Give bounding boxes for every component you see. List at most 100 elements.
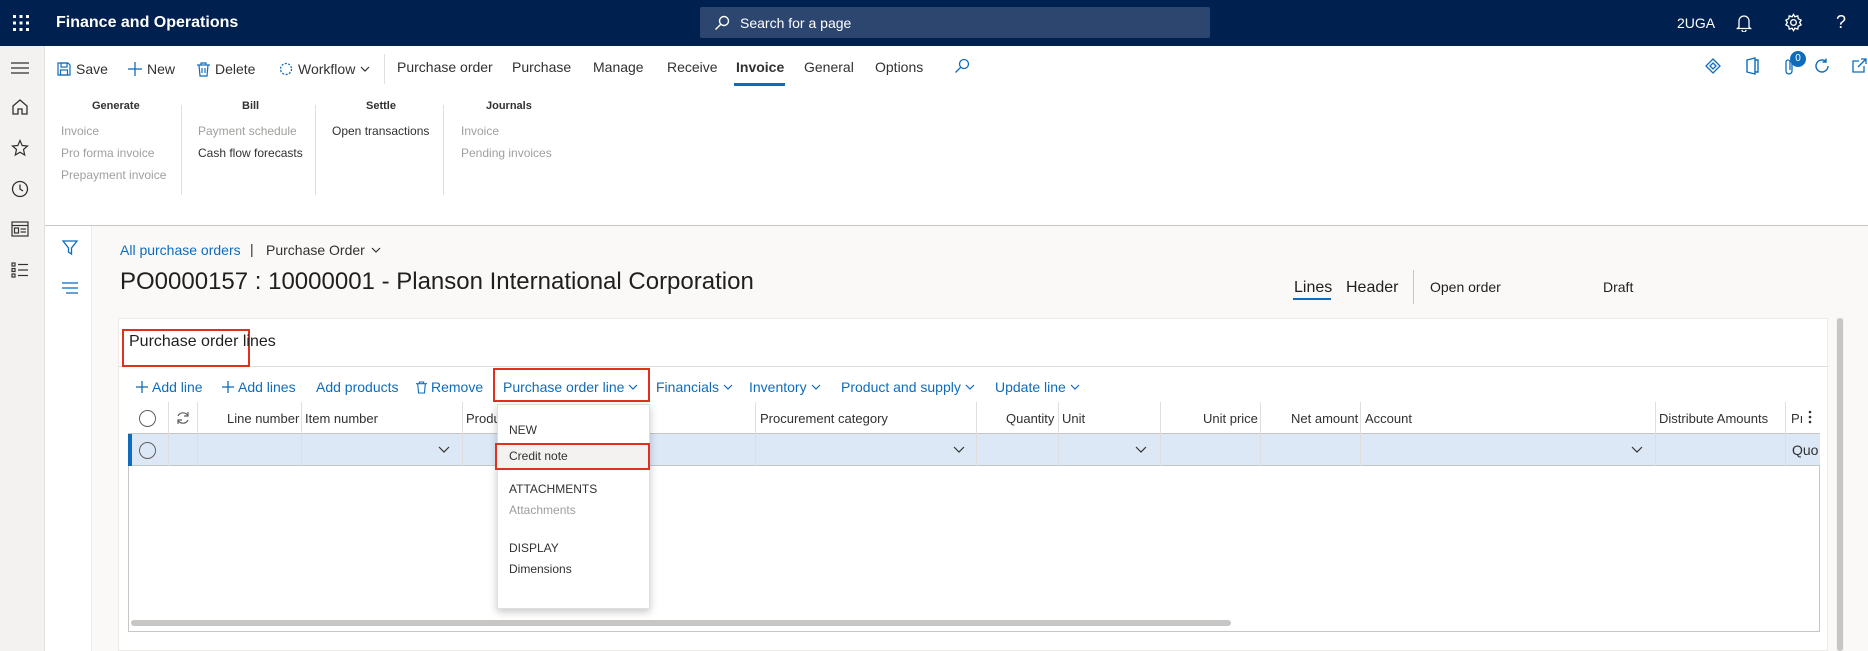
more-options-icon[interactable] xyxy=(1808,410,1812,424)
ribbon-open-transactions[interactable]: Open transactions xyxy=(332,124,429,138)
header-toggle[interactable]: Header xyxy=(1346,279,1398,297)
ribbon-payment-schedule[interactable]: Payment schedule xyxy=(198,124,297,138)
unit-dropdown-chevron-icon[interactable] xyxy=(1135,446,1147,453)
column-separator xyxy=(755,402,756,466)
column-header-net-amount[interactable]: Net amount xyxy=(1291,403,1358,434)
column-header-quantity[interactable]: Quantity xyxy=(1006,403,1054,434)
column-header-line-number[interactable]: Line number xyxy=(227,403,299,434)
app-title[interactable]: Finance and Operations xyxy=(56,14,238,32)
list-view-icon[interactable] xyxy=(62,282,78,294)
group-divider xyxy=(443,105,444,195)
new-button[interactable]: New xyxy=(128,59,175,79)
refresh-grid-icon[interactable] xyxy=(175,410,191,426)
item-number-dropdown-chevron-icon[interactable] xyxy=(438,446,450,453)
credit-note-label: Credit note xyxy=(509,449,568,463)
tab-purchase-order[interactable]: Purchase order xyxy=(397,59,493,79)
workflow-button[interactable]: Workflow xyxy=(279,59,370,79)
save-button[interactable]: Save xyxy=(57,59,108,79)
favorites-star-icon[interactable] xyxy=(11,139,29,157)
breadcrumb-all-purchase-orders[interactable]: All purchase orders xyxy=(120,242,241,258)
group-title-generate: Generate xyxy=(92,100,140,112)
ribbon-prepayment-invoice[interactable]: Prepayment invoice xyxy=(61,168,166,182)
trash-icon xyxy=(197,61,210,77)
ribbon-cash-flow-forecasts[interactable]: Cash flow forecasts xyxy=(198,146,303,160)
hamburger-menu-icon[interactable] xyxy=(11,62,29,74)
add-lines-button[interactable]: Add lines xyxy=(222,377,296,397)
menu-item-attachments[interactable]: Attachments xyxy=(509,503,576,517)
financials-menu-button[interactable]: Financials xyxy=(656,377,733,397)
new-label: New xyxy=(147,61,176,77)
chevron-down-icon xyxy=(1070,384,1080,390)
grid-header-row xyxy=(128,402,1820,434)
inventory-label: Inventory xyxy=(749,379,807,395)
save-icon xyxy=(57,62,71,76)
approval-status: Draft xyxy=(1603,279,1634,295)
tab-options[interactable]: Options xyxy=(875,59,923,79)
bell-icon[interactable] xyxy=(1736,14,1752,32)
page-scrollbar[interactable] xyxy=(1836,318,1844,651)
chevron-down-icon xyxy=(811,384,821,390)
procurement-category-dropdown-chevron-icon[interactable] xyxy=(953,446,965,453)
inventory-menu-button[interactable]: Inventory xyxy=(749,377,821,397)
table-row[interactable] xyxy=(128,434,1820,466)
grid-horizontal-scrollbar[interactable] xyxy=(131,620,1231,626)
home-icon[interactable] xyxy=(11,98,29,116)
lines-toggle[interactable]: Lines xyxy=(1294,279,1332,297)
menu-item-dimensions[interactable]: Dimensions xyxy=(509,562,572,576)
purchase-order-line-menu-button[interactable]: Purchase order line xyxy=(503,377,638,397)
column-header-item-number[interactable]: Item number xyxy=(305,403,378,434)
refresh-icon[interactable] xyxy=(1813,57,1831,75)
remove-button[interactable]: Remove xyxy=(416,377,483,397)
find-actions-search-icon[interactable] xyxy=(954,58,970,74)
column-header-procurement-category[interactable]: Procurement category xyxy=(760,403,888,434)
delete-button[interactable]: Delete xyxy=(197,59,255,79)
select-all-radio[interactable] xyxy=(139,410,156,427)
filter-icon[interactable] xyxy=(62,240,78,256)
tab-invoice[interactable]: Invoice xyxy=(736,59,784,79)
power-apps-diamond-icon[interactable] xyxy=(1705,58,1721,74)
column-header-unit-price[interactable]: Unit price xyxy=(1203,403,1258,434)
open-new-window-icon[interactable] xyxy=(1851,58,1867,74)
tab-manage[interactable]: Manage xyxy=(593,59,644,79)
menu-item-credit-note[interactable]: Credit note xyxy=(495,443,650,470)
workspaces-icon[interactable] xyxy=(11,221,29,237)
column-header-truncated[interactable]: Pı xyxy=(1791,403,1803,434)
update-line-menu-button[interactable]: Update line xyxy=(995,377,1080,397)
attachments-count-badge: 0 xyxy=(1790,51,1806,67)
lines-selected-indicator xyxy=(1293,298,1331,300)
product-and-supply-menu-button[interactable]: Product and supply xyxy=(841,377,975,397)
plus-icon xyxy=(136,381,148,393)
page-scrollbar-thumb[interactable] xyxy=(1837,318,1843,651)
ribbon-journal-invoice[interactable]: Invoice xyxy=(461,124,499,138)
gear-icon[interactable] xyxy=(1784,13,1803,32)
tab-purchase[interactable]: Purchase xyxy=(512,59,571,79)
column-header-unit[interactable]: Unit xyxy=(1062,403,1085,434)
row-select-radio[interactable] xyxy=(139,442,156,459)
plus-icon xyxy=(128,62,142,76)
row-truncated-cell[interactable]: Quo xyxy=(1792,442,1818,458)
column-header-account[interactable]: Account xyxy=(1365,403,1412,434)
search-box[interactable]: Search for a page xyxy=(700,7,1210,38)
page-title: PO0000157 : 10000001 - Planson Internati… xyxy=(120,268,754,295)
app-launcher-icon[interactable] xyxy=(12,14,30,32)
recent-clock-icon[interactable] xyxy=(11,180,29,198)
left-navigation xyxy=(0,46,45,651)
ribbon-pending-invoices[interactable]: Pending invoices xyxy=(461,146,552,160)
breadcrumb-purchase-order[interactable]: Purchase Order xyxy=(266,242,381,258)
ribbon-pro-forma-invoice[interactable]: Pro forma invoice xyxy=(61,146,154,160)
add-line-button[interactable]: Add line xyxy=(136,377,203,397)
company-selector[interactable]: 2UGA xyxy=(1677,15,1715,31)
column-separator xyxy=(462,402,463,466)
plus-icon xyxy=(222,381,234,393)
column-header-distribute-amounts[interactable]: Distribute Amounts xyxy=(1659,403,1768,434)
add-products-button[interactable]: Add products xyxy=(316,377,399,397)
modules-list-icon[interactable] xyxy=(11,262,29,278)
tab-general[interactable]: General xyxy=(804,59,854,79)
ribbon-generate-invoice[interactable]: Invoice xyxy=(61,124,99,138)
office-icon[interactable] xyxy=(1745,57,1759,75)
header-divider xyxy=(1413,270,1414,304)
account-dropdown-chevron-icon[interactable] xyxy=(1631,446,1643,453)
help-icon[interactable]: ? xyxy=(1836,12,1846,33)
tab-receive[interactable]: Receive xyxy=(667,59,718,79)
column-header-product-name[interactable]: Produ xyxy=(466,403,501,434)
